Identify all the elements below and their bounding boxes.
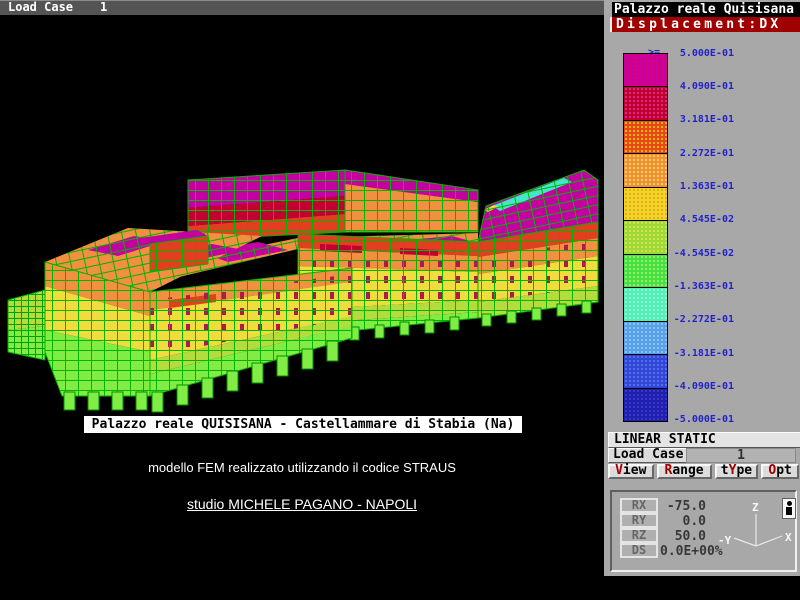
legend-tick-label: -1.363E-01 <box>604 281 734 292</box>
control-panel: Palazzo reale Quisisana Displacement:DX … <box>604 0 800 576</box>
rx-button[interactable]: RX <box>620 498 658 513</box>
model-caption-bar: Palazzo reale QUISISANA - Castellammare … <box>84 416 522 433</box>
panel-button-row: View Range tYpe Opt <box>608 464 799 479</box>
model-caption-line2: modello FEM realizzato utilizzando il co… <box>0 460 604 475</box>
model-left-front <box>150 268 352 412</box>
statusbar-load-case-value: 1 <box>100 1 107 14</box>
legend-tick-label: 3.181E-01 <box>604 114 734 125</box>
svg-text:-Y: -Y <box>718 534 732 547</box>
type-button[interactable]: tYpe <box>715 464 759 479</box>
legend-tick-label: -4.545E-02 <box>604 248 734 259</box>
person-body <box>786 507 792 515</box>
legend-tick-label: 1.363E-01 <box>604 181 734 192</box>
application-window: Load Case 1 Palazzo reale QUISISANA - Ca… <box>0 0 800 600</box>
svg-text:X: X <box>785 531 792 544</box>
options-button[interactable]: Opt <box>761 464 799 479</box>
model-far-left-block <box>8 290 45 360</box>
rz-button[interactable]: RZ <box>620 528 658 543</box>
range-button[interactable]: Range <box>657 464 712 479</box>
legend-tick-label: 4.545E-02 <box>604 214 734 225</box>
legend-tick-label: 5.000E-01 <box>604 48 734 59</box>
rx-value: -75.0 <box>660 499 706 514</box>
load-case-button[interactable]: Load Case <box>608 448 688 463</box>
observer-person-icon[interactable] <box>782 498 796 519</box>
orientation-panel: RX -75.0 RY 0.0 RZ 50.0 DS 0.0E+00% Z -Y… <box>610 490 797 572</box>
statusbar-load-case-label: Load Case <box>8 1 73 14</box>
person-head <box>787 501 792 506</box>
legend-tick-label: -4.090E-01 <box>604 381 734 392</box>
legend-tick-label: 4.090E-01 <box>604 81 734 92</box>
model-caption-line3: studio MICHELE PAGANO - NAPOLI <box>0 496 604 512</box>
ry-button[interactable]: RY <box>620 513 658 528</box>
svg-text:Z: Z <box>752 501 759 514</box>
legend-tick-label: -5.000E-01 <box>604 414 734 425</box>
statusbar: Load Case 1 <box>0 0 604 15</box>
ry-value: 0.0 <box>660 514 706 529</box>
result-type-bar[interactable]: Displacement:DX <box>610 17 800 32</box>
load-case-value[interactable]: 1 <box>686 448 796 463</box>
analysis-type-bar: LINEAR STATIC <box>608 432 800 448</box>
legend-tick-label: -3.181E-01 <box>604 348 734 359</box>
view-button[interactable]: View <box>608 464 654 479</box>
fem-model <box>8 170 598 412</box>
legend-labels: 5.000E-014.090E-013.181E-012.272E-011.36… <box>604 53 734 433</box>
rz-value: 50.0 <box>660 529 706 544</box>
legend-tick-label: -2.272E-01 <box>604 314 734 325</box>
model-rear-block <box>188 170 478 240</box>
ds-button[interactable]: DS <box>620 543 658 558</box>
panel-title: Palazzo reale Quisisana <box>612 2 800 17</box>
legend-tick-label: 2.272E-01 <box>604 148 734 159</box>
